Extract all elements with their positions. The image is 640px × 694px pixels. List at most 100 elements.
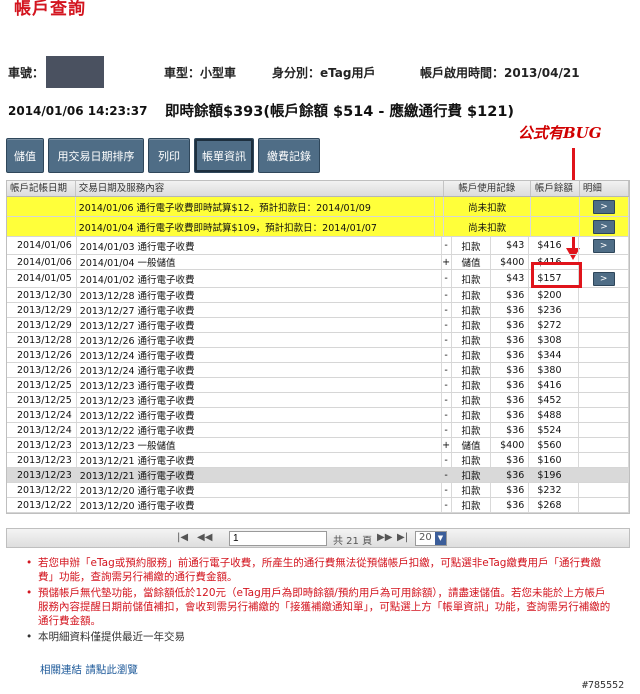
row-balance: $524 (529, 423, 580, 437)
col-usage-header[interactable]: 帳戶使用記錄 (444, 181, 531, 196)
table-row[interactable]: 2013/12/30 2013/12/28 通行電子收費 - 扣款 $36 $200 (7, 288, 630, 303)
billing-info-button[interactable]: 帳單資訊 (194, 138, 254, 173)
row-balance: $560 (529, 438, 580, 452)
table-row[interactable]: 2013/12/29 2013/12/27 通行電子收費 - 扣款 $36 $236 (7, 303, 630, 318)
detail-button[interactable]: > (592, 238, 615, 253)
row-desc: 2014/01/02 通行電子收費 (77, 270, 442, 287)
row-amount: $400 (491, 438, 530, 452)
row-balance: $268 (529, 498, 580, 512)
table-row[interactable]: 2013/12/22 2013/12/20 通行電子收費 - 扣款 $36 $268 (7, 498, 630, 513)
table-row[interactable]: 2013/12/24 2013/12/22 通行電子收費 - 扣款 $36 $488 (7, 408, 630, 423)
row-amount: $36 (491, 393, 530, 407)
row-detail: > (580, 217, 630, 236)
col-desc-header[interactable]: 交易日期及服務內容 (76, 181, 445, 196)
table-row[interactable]: 2013/12/25 2013/12/23 通行電子收費 - 扣款 $36 $416 (7, 378, 630, 393)
table-row[interactable]: 2013/12/23 2013/12/21 通行電子收費 - 扣款 $36 $196 (7, 468, 630, 483)
next-page-icon[interactable]: ▶▶ (377, 532, 392, 543)
row-desc: 2013/12/28 通行電子收費 (77, 288, 442, 302)
topup-button[interactable]: 儲值 (6, 138, 44, 173)
row-date: 2014/01/06 (7, 255, 77, 269)
row-detail (579, 498, 630, 512)
note-item: 若您申辦「eTag或預約服務」前通行電子收費，所產生的通行費無法從預儲帳戶扣繳，… (26, 556, 616, 584)
row-date: 2014/01/06 (7, 237, 77, 254)
table-row[interactable]: 2013/12/26 2013/12/24 通行電子收費 - 扣款 $36 $344 (7, 348, 630, 363)
last-page-icon[interactable]: ▶| (397, 532, 408, 543)
first-page-icon[interactable]: |◀ (177, 532, 188, 543)
pager: |◀ ◀◀ 共 21 頁 ▶▶ ▶| 20 ▼ (6, 528, 630, 548)
row-desc: 2013/12/22 通行電子收費 (77, 408, 442, 422)
row-amount: $400 (491, 255, 530, 269)
chevron-down-icon[interactable]: ▼ (435, 532, 446, 545)
row-amount: $36 (491, 453, 530, 467)
row-sign: - (442, 303, 452, 317)
row-amount: $36 (491, 318, 530, 332)
table-row[interactable]: 2013/12/29 2013/12/27 通行電子收費 - 扣款 $36 $272 (7, 318, 630, 333)
row-detail (579, 453, 630, 467)
table-row[interactable]: 2013/12/22 2013/12/20 通行電子收費 - 扣款 $36 $232 (7, 483, 630, 498)
col-date-header[interactable]: 帳戶記帳日期 (7, 181, 76, 196)
row-balance: $380 (529, 363, 580, 377)
row-date: 2013/12/24 (7, 408, 77, 422)
bug-annotation: 公式有BUG (518, 124, 602, 142)
page-number-input[interactable] (229, 531, 327, 546)
row-amount: $36 (491, 363, 530, 377)
row-sign (435, 217, 445, 236)
payment-history-button[interactable]: 繳費記錄 (258, 138, 320, 173)
page-size-value: 20 (419, 532, 432, 543)
row-date: 2013/12/22 (7, 498, 77, 512)
row-balance (531, 217, 580, 236)
page-size-select[interactable]: 20 ▼ (415, 531, 447, 546)
table-row[interactable]: 2013/12/23 2013/12/21 通行電子收費 - 扣款 $36 $160 (7, 453, 630, 468)
row-kind: 扣款 (452, 423, 492, 437)
row-balance: $232 (529, 483, 580, 497)
row-date: 2013/12/25 (7, 393, 77, 407)
table-header: 帳戶記帳日期 交易日期及服務內容 帳戶使用記錄 帳戶餘額 明細 (7, 181, 629, 197)
table-row[interactable]: 2013/12/26 2013/12/24 通行電子收費 - 扣款 $36 $380 (7, 363, 630, 378)
row-detail (579, 483, 630, 497)
row-date: 2013/12/23 (7, 468, 77, 482)
row-sign: - (442, 270, 452, 287)
row-desc: 2013/12/21 通行電子收費 (77, 453, 442, 467)
row-sign: + (442, 255, 452, 269)
row-date: 2013/12/24 (7, 423, 77, 437)
vehicle-type: 車型：小型車 (164, 66, 237, 80)
row-desc: 2013/12/24 通行電子收費 (77, 363, 442, 377)
table-row[interactable]: 2013/12/23 2013/12/23 一般儲值 + 儲值 $400 $560 (7, 438, 630, 453)
row-desc: 2013/12/27 通行電子收費 (77, 303, 442, 317)
row-amount: $43 (491, 270, 530, 287)
sort-by-date-button[interactable]: 用交易日期排序 (48, 138, 144, 173)
table-row[interactable]: 2013/12/28 2013/12/26 通行電子收費 - 扣款 $36 $308 (7, 333, 630, 348)
row-detail (579, 468, 630, 482)
realtime-balance: 即時餘額$393(帳戶餘額 $514 - 應繳通行費 $121) (165, 104, 515, 120)
row-kind: 扣款 (452, 453, 492, 467)
page-title: 帳戶查詢 (14, 0, 86, 19)
row-amount: $36 (491, 468, 530, 482)
row-balance: $344 (529, 348, 580, 362)
print-button[interactable]: 列印 (148, 138, 190, 173)
row-amount: $43 (491, 237, 530, 254)
row-kind: 扣款 (452, 498, 492, 512)
table-row[interactable]: 2013/12/24 2013/12/22 通行電子收費 - 扣款 $36 $524 (7, 423, 630, 438)
row-sign: - (442, 318, 452, 332)
row-detail (579, 288, 630, 302)
row-status: 尚未扣款 (444, 217, 531, 236)
query-timestamp: 2014/01/06 14:23:37 (8, 104, 148, 118)
row-date (7, 217, 76, 236)
pending-row: 2014/01/04 通行電子收費即時試算$109，預計扣款日：2014/01/… (7, 217, 630, 237)
row-balance: $160 (529, 453, 580, 467)
row-amount: $36 (491, 348, 530, 362)
related-link[interactable]: 相關連結 請點此瀏覽 (40, 662, 138, 677)
table-row[interactable]: 2014/01/06 2014/01/03 通行電子收費 - 扣款 $43 $416 > (7, 237, 630, 255)
row-desc: 2014/01/04 一般儲值 (77, 255, 442, 269)
row-desc: 2013/12/24 通行電子收費 (77, 348, 442, 362)
detail-button[interactable]: > (592, 199, 615, 214)
detail-button[interactable]: > (592, 219, 615, 234)
detail-button[interactable]: > (592, 271, 615, 286)
prev-page-icon[interactable]: ◀◀ (197, 532, 212, 543)
row-detail (579, 438, 630, 452)
table-row[interactable]: 2013/12/25 2013/12/23 通行電子收費 - 扣款 $36 $452 (7, 393, 630, 408)
row-date: 2013/12/29 (7, 318, 77, 332)
row-balance: $308 (529, 333, 580, 347)
col-balance-header[interactable]: 帳戶餘額 (531, 181, 580, 196)
row-desc: 2013/12/23 通行電子收費 (77, 378, 442, 392)
